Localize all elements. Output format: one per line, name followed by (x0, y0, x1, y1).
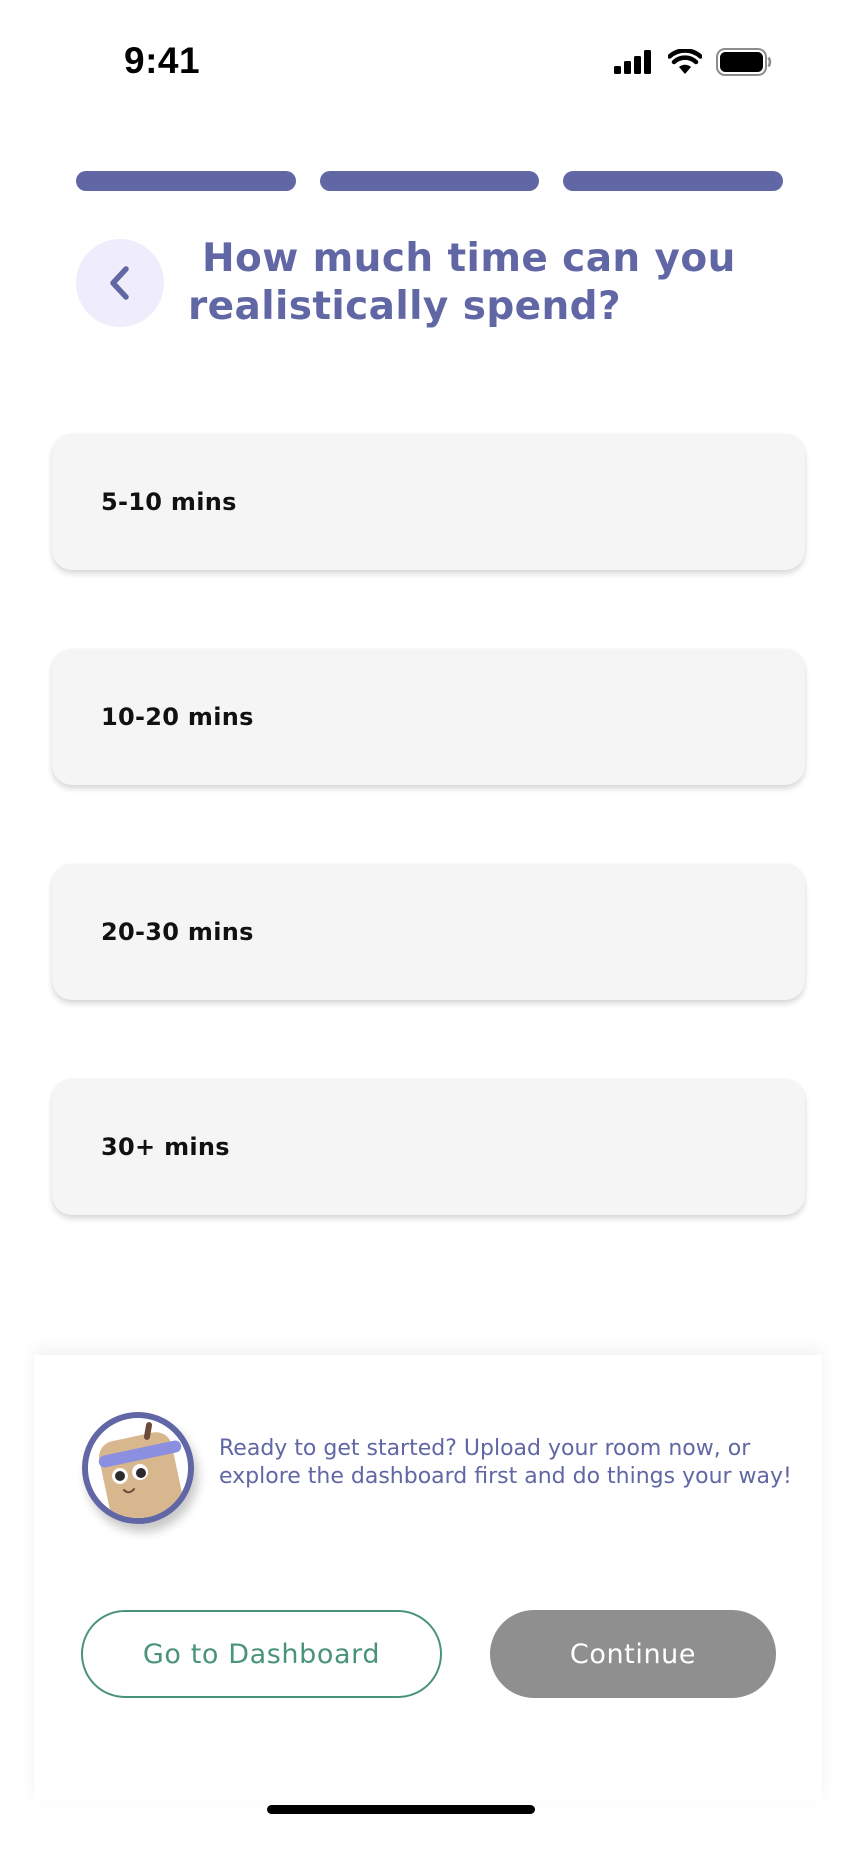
back-button[interactable] (76, 239, 164, 327)
option-label: 30+ mins (101, 1133, 230, 1161)
signal-icon (614, 50, 651, 74)
go-to-dashboard-button[interactable]: Go to Dashboard (81, 1610, 442, 1698)
mascot-avatar-icon (82, 1412, 194, 1524)
option-5-10-mins[interactable]: 5-10 mins (52, 434, 805, 570)
option-20-30-mins[interactable]: 20-30 mins (52, 864, 805, 1000)
screen: 9:41 How much time can you realistically… (0, 0, 856, 1852)
bottom-panel: Ready to get started? Upload your room n… (34, 1355, 822, 1801)
page-title: How much time can you realistically spen… (188, 235, 748, 331)
option-30-plus-mins[interactable]: 30+ mins (52, 1079, 805, 1215)
chevron-left-icon (110, 266, 129, 300)
option-10-20-mins[interactable]: 10-20 mins (52, 649, 805, 785)
home-indicator (267, 1805, 535, 1814)
wifi-icon (668, 49, 702, 74)
progress-step-2 (319, 171, 540, 191)
battery-icon (716, 48, 772, 76)
panel-message: Ready to get started? Upload your room n… (219, 1435, 809, 1491)
panel-message-line2: explore the dashboard first and do thing… (219, 1464, 792, 1489)
status-time: 9:41 (124, 40, 201, 81)
page-title-line2: realistically spend? (188, 284, 622, 329)
status-icons (614, 48, 772, 76)
progress-steps (76, 171, 784, 191)
panel-message-line1: Ready to get started? Upload your room n… (219, 1436, 751, 1461)
option-label: 10-20 mins (101, 703, 254, 731)
option-label: 5-10 mins (101, 488, 237, 516)
page-title-line1: How much time can you (202, 236, 736, 281)
progress-step-1 (76, 171, 296, 191)
option-label: 20-30 mins (101, 918, 254, 946)
progress-step-3 (563, 171, 784, 191)
continue-button[interactable]: Continue (490, 1610, 776, 1698)
